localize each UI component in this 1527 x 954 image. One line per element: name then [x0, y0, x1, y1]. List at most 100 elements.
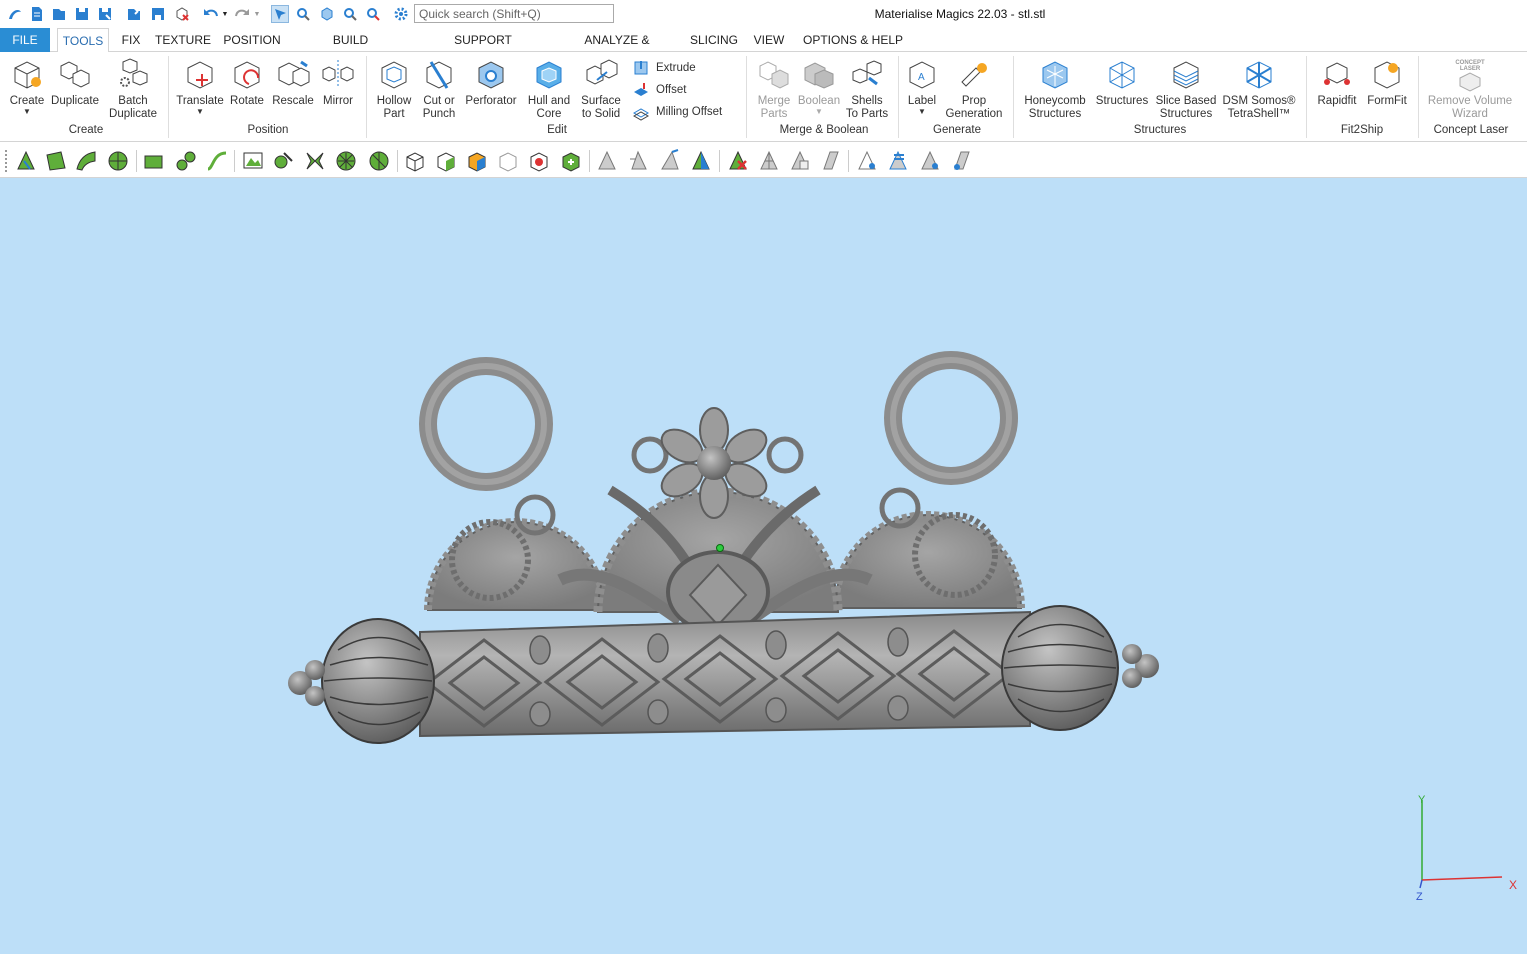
- axis-x-label: X: [1509, 878, 1517, 892]
- triangle-view-icon[interactable]: [918, 149, 942, 173]
- mark-flip-icon[interactable]: [303, 149, 327, 173]
- label-button[interactable]: A Label ▼: [902, 56, 942, 116]
- save-as-icon[interactable]: [96, 5, 114, 23]
- triangle-plane-icon[interactable]: [626, 149, 650, 173]
- offset-button[interactable]: Offset: [632, 80, 686, 100]
- mark-part-icon[interactable]: [142, 149, 166, 173]
- import-part-icon[interactable]: [125, 5, 143, 23]
- quick-search-input[interactable]: [414, 4, 614, 23]
- tab-analyze-report[interactable]: ANALYZE & REPORT: [561, 28, 673, 71]
- tab-build-preparation[interactable]: BUILD PREPARATION: [293, 28, 408, 71]
- mark-window-icon[interactable]: [241, 149, 265, 173]
- dsm-somos-tetrashell-button[interactable]: DSM Somos® TetraShell™: [1222, 56, 1296, 121]
- boolean-button[interactable]: Boolean ▼: [796, 56, 842, 116]
- toolbar-divider: [397, 150, 398, 172]
- mark-multiple-icon[interactable]: [272, 149, 296, 173]
- tab-fix[interactable]: FIX: [116, 28, 146, 52]
- tab-view[interactable]: VIEW: [750, 28, 788, 52]
- pivot-point[interactable]: [716, 544, 724, 552]
- rescale-button[interactable]: Rescale: [272, 56, 314, 108]
- triangle-info-icon[interactable]: [886, 149, 910, 173]
- unmark-part-icon[interactable]: [403, 149, 427, 173]
- hull-and-core-button[interactable]: Hull and Core: [524, 56, 574, 121]
- extrude-button[interactable]: Extrude: [632, 58, 696, 78]
- redo-icon[interactable]: [233, 5, 251, 23]
- structures-button[interactable]: Structures: [1094, 56, 1150, 108]
- unload-part-icon[interactable]: [173, 5, 191, 23]
- settings-icon[interactable]: [392, 5, 410, 23]
- hollow-part-button[interactable]: Hollow Part: [372, 56, 416, 121]
- formfit-button[interactable]: FormFit: [1364, 56, 1410, 108]
- rapidfit-button[interactable]: Rapidfit: [1314, 56, 1360, 108]
- prop-generation-button[interactable]: Prop Generation: [944, 56, 1004, 121]
- delete-marked-icon[interactable]: [726, 149, 750, 173]
- triangle-select-icon[interactable]: [595, 149, 619, 173]
- mirror-button[interactable]: Mirror: [318, 56, 358, 108]
- expand-marking-icon[interactable]: [559, 149, 583, 173]
- open-icon[interactable]: [50, 5, 68, 23]
- tab-slicing[interactable]: SLICING: [688, 28, 740, 52]
- cut-or-punch-button[interactable]: Cut or Punch: [418, 56, 460, 121]
- triangle-subdivide-icon[interactable]: [757, 149, 781, 173]
- app-logo-icon[interactable]: [6, 5, 24, 23]
- tab-position[interactable]: POSITION: [221, 28, 283, 52]
- window-title: Materialise Magics 22.03 - stl.stl: [874, 7, 1046, 21]
- view-toolbar: [0, 142, 1527, 178]
- create-button[interactable]: Create ▼: [6, 56, 48, 116]
- unmark-all-icon[interactable]: [496, 149, 520, 173]
- chevron-down-icon: ▼: [918, 107, 926, 116]
- mark-all-icon[interactable]: [434, 149, 458, 173]
- merge-parts-button[interactable]: Merge Parts: [754, 56, 794, 121]
- milling-offset-button[interactable]: Milling Offset: [632, 102, 722, 122]
- tab-file[interactable]: FILE: [0, 28, 50, 52]
- tab-support-generation[interactable]: SUPPORT GENERATION: [418, 28, 548, 71]
- view-part-icon[interactable]: [318, 5, 336, 23]
- redo-dropdown-icon[interactable]: ▼: [252, 5, 262, 23]
- 3d-viewport[interactable]: Y X Z: [0, 178, 1527, 954]
- triangle-color-icon[interactable]: [689, 149, 713, 173]
- axis-y-label: Y: [1418, 794, 1426, 806]
- translate-button[interactable]: Translate ▼: [174, 56, 226, 116]
- mark-triangle-icon[interactable]: [14, 149, 38, 173]
- mark-shell-part-icon[interactable]: [527, 149, 551, 173]
- honeycomb-structures-button[interactable]: Honeycomb Structures: [1022, 56, 1088, 121]
- select-mode-icon[interactable]: [271, 5, 289, 23]
- mark-contour-icon[interactable]: [205, 149, 229, 173]
- triangle-outline-icon[interactable]: [855, 149, 879, 173]
- pendant-model[interactable]: [288, 351, 1159, 744]
- shells-to-parts-button[interactable]: Shells To Parts: [844, 56, 890, 121]
- mark-shell-icon[interactable]: [106, 149, 130, 173]
- triangle-grow-icon[interactable]: [658, 149, 682, 173]
- part-render-canvas[interactable]: Y X Z: [0, 178, 1527, 954]
- toolbar-grip[interactable]: [5, 150, 7, 172]
- slice-based-structures-button[interactable]: Slice Based Structures: [1154, 56, 1218, 121]
- invert-marking-icon[interactable]: [465, 149, 489, 173]
- undo-icon[interactable]: [202, 5, 220, 23]
- new-project-icon[interactable]: [28, 5, 46, 23]
- title-bar: ▼ ▼ Materialise Magics 22.03 - stl.stl: [0, 0, 1527, 28]
- surface-to-solid-button[interactable]: Surface to Solid: [578, 56, 624, 121]
- zoom-icon[interactable]: [341, 5, 359, 23]
- mark-surface-icon[interactable]: [74, 149, 98, 173]
- mark-plane-icon[interactable]: [44, 149, 68, 173]
- rotate-button[interactable]: Rotate: [228, 56, 266, 108]
- surface-list-icon[interactable]: [949, 149, 973, 173]
- triangle-copy-icon[interactable]: [788, 149, 812, 173]
- zoom-select-icon[interactable]: [294, 5, 312, 23]
- zoom-reset-icon[interactable]: [364, 5, 382, 23]
- mark-sphere-icon[interactable]: [334, 149, 358, 173]
- undo-dropdown-icon[interactable]: ▼: [220, 5, 230, 23]
- mark-noise-shell-icon[interactable]: [174, 149, 198, 173]
- perforator-button[interactable]: Perforator: [463, 56, 519, 108]
- save-icon[interactable]: [73, 5, 91, 23]
- duplicate-button[interactable]: Duplicate: [50, 56, 100, 108]
- batch-duplicate-button[interactable]: Batch Duplicate: [106, 56, 160, 121]
- save-part-icon[interactable]: [149, 5, 167, 23]
- tab-tools[interactable]: TOOLS: [57, 28, 109, 53]
- mark-ring-icon[interactable]: [367, 149, 391, 173]
- remove-volume-wizard-button[interactable]: CONCEPT LASER Remove Volume Wizard: [1424, 56, 1516, 121]
- triangle-surface-icon[interactable]: [818, 149, 842, 173]
- tab-texture[interactable]: TEXTURE: [154, 28, 212, 52]
- group-label-concept-laser: Concept Laser: [1433, 124, 1509, 136]
- tab-options-help[interactable]: OPTIONS & HELP: [802, 28, 904, 52]
